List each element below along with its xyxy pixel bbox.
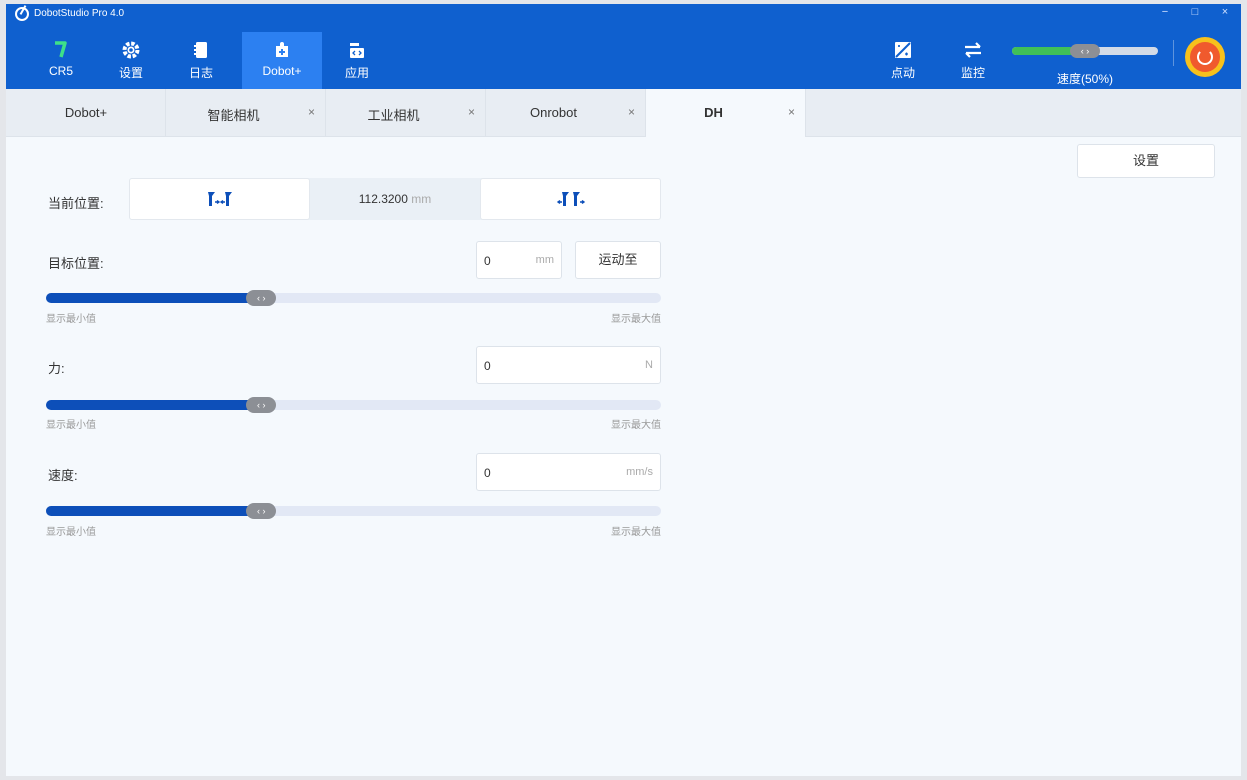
code-app-icon [350,43,364,58]
slider-handle[interactable]: ‹ › [246,290,277,306]
toolbar-divider [1173,40,1174,66]
monitor-button[interactable]: 监控 [938,40,1008,81]
jog-icon [895,42,911,58]
nav-item-dobot-plus[interactable]: Dobot+ [242,32,322,89]
gripper-close-button[interactable] [129,178,310,220]
nav-label-dobot-plus: Dobot+ [262,64,302,78]
robot-arm-icon [55,41,67,58]
gripper-open-icon [556,192,585,206]
plugin-tab-bar: Dobot+ 智能相机 × 工业相机 × Onrobot × DH × [6,89,1241,137]
emergency-stop-button[interactable] [1185,37,1225,77]
close-tab-icon[interactable]: × [468,105,475,119]
settings-button[interactable]: 设置 [1077,144,1215,178]
slider-max-label: 显示最大值 [611,420,661,431]
main-nav: CR5 设置 日志 Dobot+ 应用 [26,32,392,89]
window-controls: − □ × [1159,6,1231,18]
tab-label: Onrobot [530,105,577,120]
jog-label: 点动 [890,66,915,80]
slider-min-label: 显示最小值 [46,527,96,538]
nav-item-log[interactable]: 日志 [166,32,236,89]
force-label: 力: [48,361,65,376]
slider-max-label: 显示最大值 [611,314,661,325]
maximize-button[interactable]: □ [1189,6,1201,18]
global-speed-label: 速度(50%) [1056,72,1113,86]
nav-label-cr5: CR5 [48,64,73,78]
tab-dobot-plus[interactable]: Dobot+ [6,89,166,137]
tab-industrial-camera[interactable]: 工业相机 × [326,89,486,137]
global-speed-handle[interactable]: ‹ › [1070,44,1100,58]
jog-button[interactable]: 点动 [868,40,938,81]
right-tools: 点动 监控 [868,40,1008,81]
speed-value: 0 [484,466,491,480]
close-window-button[interactable]: × [1219,6,1231,18]
emergency-stop-icon [1190,42,1220,72]
current-position-readout: 112.3200 mm [310,192,480,206]
slider-max-label: 显示最大值 [611,527,661,538]
top-bar: DobotStudio Pro 4.0 − □ × CR5 设置 日志 Dobo… [6,4,1241,89]
current-position-label: 当前位置: [48,196,104,211]
minimize-button[interactable]: − [1159,6,1171,18]
log-book-icon [194,42,207,58]
target-position-input[interactable]: 0 mm [476,241,562,279]
global-speed-slider[interactable]: ‹ › [1012,44,1158,58]
current-position-value: 112.3200 [358,192,408,206]
target-position-value: 0 [484,254,491,268]
tab-dh[interactable]: DH × [646,89,806,137]
force-input[interactable]: 0 N [476,346,661,384]
tab-label: 工业相机 [367,108,420,123]
force-slider[interactable]: ‹ › [46,397,661,413]
target-position-unit: mm [535,254,554,266]
nav-label-apps: 应用 [344,66,369,80]
current-position-box: 112.3200 mm [129,178,661,220]
close-tab-icon[interactable]: × [308,105,315,119]
nav-item-cr5[interactable]: CR5 [26,32,96,89]
force-unit: N [645,359,653,371]
slider-min-label: 显示最小值 [46,420,96,431]
nav-item-settings[interactable]: 设置 [96,32,166,89]
slider-fill [46,400,262,410]
title-bar: DobotStudio Pro 4.0 − □ × [6,4,1241,24]
gripper-close-icon [207,192,232,206]
monitor-arrows-icon [965,42,981,58]
close-tab-icon[interactable]: × [628,105,635,119]
gear-icon [122,41,140,59]
move-to-button[interactable]: 运动至 [575,241,661,279]
tab-label: DH [704,105,723,120]
tab-label: 智能相机 [207,108,260,123]
app-window: DobotStudio Pro 4.0 − □ × CR5 设置 日志 Dobo… [6,4,1241,776]
monitor-label: 监控 [960,66,985,80]
speed-slider[interactable]: ‹ › [46,503,661,519]
slider-fill [46,293,262,303]
puzzle-plus-icon [276,42,288,57]
current-position-unit: mm [411,192,432,206]
slider-fill [46,506,262,516]
speed-label: 速度: [48,468,78,483]
slider-min-label: 显示最小值 [46,314,96,325]
speed-unit: mm/s [626,466,653,478]
close-tab-icon[interactable]: × [788,105,795,119]
target-position-slider[interactable]: ‹ › [46,290,661,306]
nav-label-log: 日志 [188,66,213,80]
slider-handle[interactable]: ‹ › [246,503,277,519]
tab-label: Dobot+ [64,105,108,120]
target-position-label: 目标位置: [48,256,104,271]
nav-label-settings: 设置 [118,66,143,80]
nav-item-apps[interactable]: 应用 [322,32,392,89]
app-title: DobotStudio Pro 4.0 [34,8,125,19]
tab-onrobot[interactable]: Onrobot × [486,89,646,137]
slider-handle[interactable]: ‹ › [246,397,277,413]
force-value: 0 [484,359,491,373]
gripper-open-button[interactable] [480,178,661,220]
speed-input[interactable]: 0 mm/s [476,453,661,491]
dobot-logo-icon [15,7,29,21]
tab-smart-camera[interactable]: 智能相机 × [166,89,326,137]
